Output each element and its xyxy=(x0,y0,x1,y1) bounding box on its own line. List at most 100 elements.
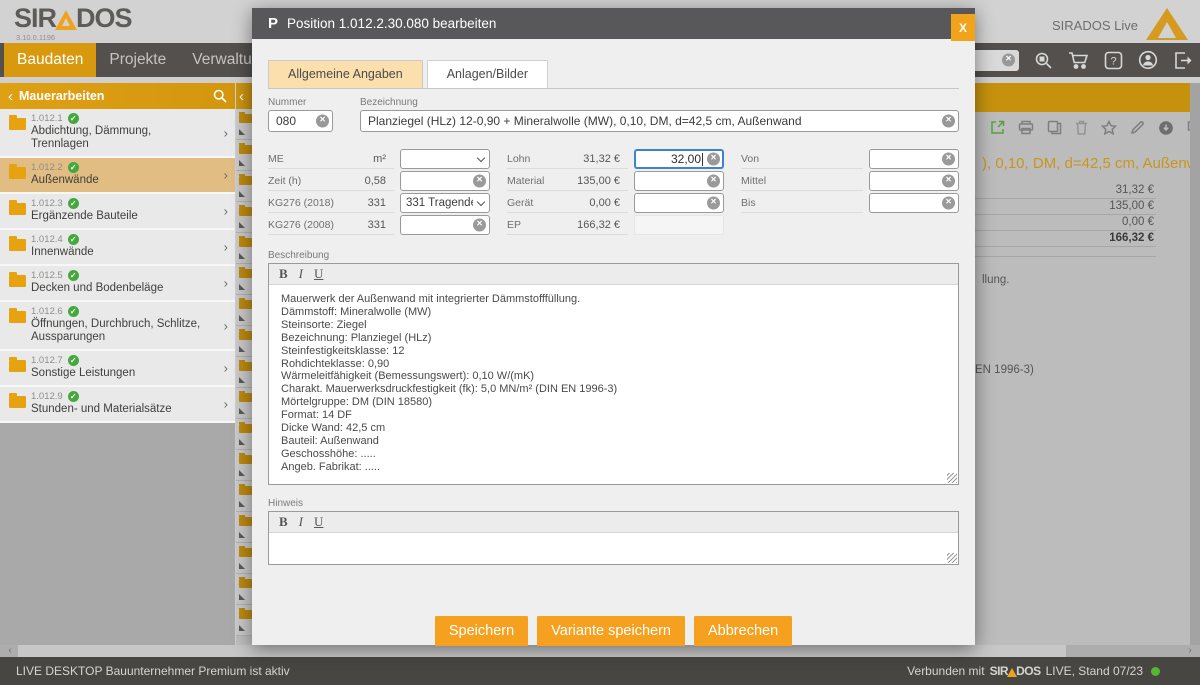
underline-button[interactable]: U xyxy=(314,266,323,282)
nav-item-baudaten[interactable]: Baudaten xyxy=(4,43,96,77)
folder-icon xyxy=(9,167,26,179)
back-icon[interactable]: ‹ xyxy=(239,88,244,105)
panel2-list-item[interactable] xyxy=(236,419,252,450)
vertical-scrollbar[interactable] xyxy=(1190,83,1200,645)
panel2-list-item[interactable] xyxy=(236,295,252,326)
help-icon[interactable]: ? xyxy=(1102,49,1124,71)
chevron-right-icon[interactable]: › xyxy=(224,318,228,333)
beschreibung-editor: B I U Mauerwerk der Außenwand mit integr… xyxy=(268,263,959,485)
panel2-list-item[interactable] xyxy=(236,233,252,264)
variante-speichern-button[interactable]: Variante speichern xyxy=(537,616,685,646)
clear-icon[interactable] xyxy=(473,219,486,232)
abbrechen-button[interactable]: Abbrechen xyxy=(694,616,792,646)
detail-text-fragment-2: EN 1996-3) xyxy=(960,364,1190,376)
resize-handle[interactable] xyxy=(947,473,957,483)
folder-icon xyxy=(9,311,26,323)
me-label: ME xyxy=(268,153,284,165)
dialog-buttons: Speichern Variante speichern Abbrechen xyxy=(268,616,959,646)
panel2-list-item[interactable] xyxy=(236,202,252,233)
sidebar-item-1012-5[interactable]: 1.012.5 Decken und Bodenbeläge › xyxy=(0,266,235,302)
lohn-label: Lohn xyxy=(507,153,530,165)
folder-icon xyxy=(239,393,252,402)
logout-icon[interactable] xyxy=(1172,49,1194,71)
panel2-list-item[interactable] xyxy=(236,543,252,574)
hinweis-textarea[interactable] xyxy=(269,533,958,564)
item-label: Öffnungen, Durchbruch, Schlitze, Ausspar… xyxy=(31,318,209,344)
sidebar-item-1012-6[interactable]: 1.012.6 Öffnungen, Durchbruch, Schlitze,… xyxy=(0,302,235,351)
nav-item-projekte[interactable]: Projekte xyxy=(96,43,179,77)
clear-icon[interactable] xyxy=(707,153,720,166)
chevron-right-icon[interactable]: › xyxy=(224,361,228,376)
chevron-right-icon[interactable]: › xyxy=(224,125,228,140)
clear-icon[interactable] xyxy=(942,197,955,210)
scroll-left-icon[interactable]: ‹ xyxy=(2,645,18,657)
bold-button[interactable]: B xyxy=(279,514,288,530)
close-button[interactable]: X xyxy=(951,14,975,41)
corner-marker-icon xyxy=(239,439,245,445)
me-select[interactable] xyxy=(400,149,490,169)
clear-icon[interactable] xyxy=(707,197,720,210)
panel2-list-item[interactable] xyxy=(236,357,252,388)
scrollbar-thumb[interactable] xyxy=(18,645,1066,657)
account-icon[interactable] xyxy=(1137,49,1159,71)
kg276-2018-select[interactable]: 331 Tragende A xyxy=(400,193,490,213)
chevron-right-icon[interactable]: › xyxy=(224,240,228,255)
panel2-list-item[interactable] xyxy=(236,574,252,605)
zoom-search-icon[interactable] xyxy=(1032,49,1054,71)
edit-pencil-icon[interactable] xyxy=(1130,119,1145,136)
trash-icon[interactable] xyxy=(1075,119,1088,136)
panel2-list-item[interactable] xyxy=(236,450,252,481)
clear-icon[interactable] xyxy=(473,175,486,188)
print-icon[interactable] xyxy=(1018,119,1034,136)
chevron-right-icon[interactable]: › xyxy=(224,276,228,291)
back-icon[interactable]: ‹ xyxy=(8,88,13,105)
cart-icon[interactable] xyxy=(1067,49,1089,71)
chevron-right-icon[interactable]: › xyxy=(224,168,228,183)
chevron-right-icon[interactable]: › xyxy=(224,204,228,219)
zeit-fieldbox xyxy=(400,171,490,191)
clear-icon[interactable] xyxy=(316,115,329,128)
bezeichnung-input[interactable] xyxy=(360,110,959,132)
sidebar-item-1012-7[interactable]: 1.012.7 Sonstige Leistungen › xyxy=(0,351,235,387)
clear-icon[interactable] xyxy=(942,153,955,166)
copy-icon[interactable] xyxy=(1047,119,1062,136)
italic-button[interactable]: I xyxy=(299,266,303,282)
tab-allgemeine-angaben[interactable]: Allgemeine Angaben xyxy=(268,60,423,88)
underline-button[interactable]: U xyxy=(314,514,323,530)
beschreibung-textarea[interactable]: Mauerwerk der Außenwand mit integrierter… xyxy=(269,285,958,484)
clear-icon[interactable] xyxy=(707,175,720,188)
chevron-right-icon[interactable]: › xyxy=(224,397,228,412)
search-clear-icon[interactable] xyxy=(1002,54,1015,67)
panel2-list-item[interactable] xyxy=(236,171,252,202)
italic-button[interactable]: I xyxy=(299,514,303,530)
sidebar-item-1012-3[interactable]: 1.012.3 Ergänzende Bauteile › xyxy=(0,194,235,230)
panel2-list-item[interactable] xyxy=(236,109,252,140)
kg276-2008-label: KG276 (2008) xyxy=(268,219,334,231)
open-external-icon[interactable] xyxy=(990,119,1005,136)
sidebar-mauerarbeiten: ‹ Mauerarbeiten 1.012.1 Abdichtung, Dämm… xyxy=(0,83,235,645)
speichern-button[interactable]: Speichern xyxy=(435,616,528,646)
resize-handle[interactable] xyxy=(947,553,957,563)
panel2-list-item[interactable] xyxy=(236,326,252,357)
panel2-list-item[interactable] xyxy=(236,140,252,171)
tab-anlagen-bilder[interactable]: Anlagen/Bilder xyxy=(427,60,548,88)
search-icon[interactable] xyxy=(213,89,227,103)
horizontal-scrollbar[interactable]: ‹ › xyxy=(0,645,1200,657)
clear-icon[interactable] xyxy=(942,175,955,188)
scroll-right-icon[interactable]: › xyxy=(1182,645,1198,657)
panel2-list-item[interactable] xyxy=(236,605,252,636)
sidebar-item-1012-4[interactable]: 1.012.4 Innenwände › xyxy=(0,230,235,266)
bold-button[interactable]: B xyxy=(279,266,288,282)
download-circle-icon[interactable] xyxy=(1158,119,1174,136)
sidebar-item-1012-2[interactable]: 1.012.2 Außenwände › xyxy=(0,158,235,194)
sidebar-item-1012-9[interactable]: 1.012.9 Stunden- und Materialsätze › xyxy=(0,387,235,423)
panel2-list-item[interactable] xyxy=(236,388,252,419)
me-unit: m² xyxy=(373,153,386,165)
panel2-list-item[interactable] xyxy=(236,481,252,512)
star-icon[interactable] xyxy=(1101,119,1117,136)
panel2-list-item[interactable] xyxy=(236,264,252,295)
sidebar-item-1012-1[interactable]: 1.012.1 Abdichtung, Dämmung, Trennlagen … xyxy=(0,109,235,158)
clear-icon[interactable] xyxy=(942,115,955,128)
panel2-list-item[interactable] xyxy=(236,512,252,543)
item-code: 1.012.9 xyxy=(31,391,63,402)
